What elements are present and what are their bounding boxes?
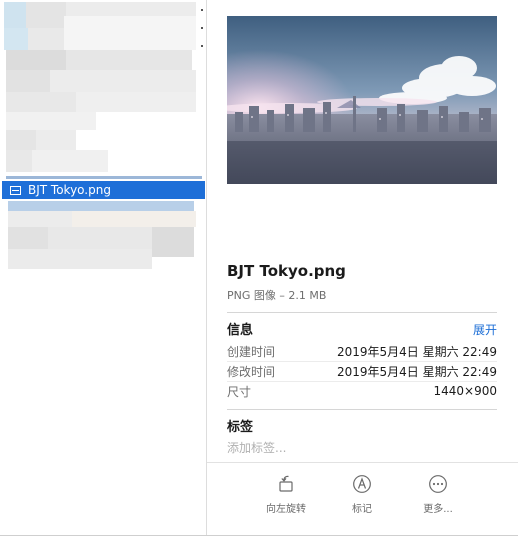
redacted-row <box>66 50 192 70</box>
add-tag-input[interactable] <box>227 440 427 456</box>
redacted-row <box>152 227 194 257</box>
more-button[interactable]: 更多... <box>398 474 478 520</box>
image-thumbnail[interactable] <box>227 16 497 184</box>
rotate-left-label: 向左旋转 <box>266 504 306 515</box>
scroll-marker <box>201 27 203 29</box>
info-row-modified: 修改时间 2019年5月4日 星期六 22:49 <box>227 361 497 381</box>
markup-label: 标记 <box>352 504 372 515</box>
redacted-row <box>8 249 152 269</box>
footer-divider <box>207 462 518 463</box>
file-kind-size: PNG 图像 – 2.1 MB <box>227 289 327 302</box>
redacted-row <box>64 16 196 50</box>
tags-section-title: 标签 <box>227 420 254 435</box>
tokyo-skyline-image <box>227 16 497 184</box>
redacted-row <box>8 211 72 227</box>
file-row-selected[interactable]: BJT Tokyo.png <box>2 181 205 199</box>
redacted-row <box>76 92 196 112</box>
divider <box>227 312 497 313</box>
redacted-row <box>48 227 152 249</box>
file-name-title: BJT Tokyo.png <box>227 262 346 280</box>
redacted-row <box>72 211 196 227</box>
more-label: 更多... <box>423 504 453 515</box>
redacted-row <box>8 201 194 211</box>
redacted-row <box>50 70 196 92</box>
redacted-row <box>4 2 26 28</box>
redacted-row <box>36 130 76 150</box>
info-value: 1440×900 <box>433 384 498 398</box>
file-row-label: BJT Tokyo.png <box>28 183 111 197</box>
scroll-marker <box>201 9 203 11</box>
preview-panel: BJT Tokyo.png PNG 图像 – 2.1 MB 信息 展开 创建时间… <box>207 0 518 535</box>
redacted-row <box>32 150 108 172</box>
info-key: 尺寸 <box>227 384 252 399</box>
redacted-row <box>6 50 66 70</box>
scroll-marker <box>201 45 203 47</box>
info-section-title: 信息 <box>227 323 254 338</box>
info-key: 创建时间 <box>227 344 276 359</box>
info-key: 修改时间 <box>227 364 276 379</box>
expand-link[interactable]: 展开 <box>473 321 497 338</box>
redacted-row <box>66 2 196 16</box>
more-icon <box>429 475 447 493</box>
info-value: 2019年5月4日 星期六 22:49 <box>336 344 497 359</box>
redacted-row <box>6 176 202 179</box>
redacted-row <box>8 227 48 249</box>
redacted-row <box>6 70 50 92</box>
image-file-icon <box>10 185 21 195</box>
info-value: 2019年5月4日 星期六 22:49 <box>336 364 497 379</box>
rotate-left-icon <box>279 475 293 492</box>
markup-button[interactable]: 标记 <box>322 474 402 520</box>
info-row-dimensions: 尺寸 1440×900 <box>227 381 497 401</box>
redacted-row <box>6 130 36 150</box>
info-row-created: 创建时间 2019年5月4日 星期六 22:49 <box>227 341 497 361</box>
redacted-row <box>6 150 32 172</box>
redacted-row <box>26 2 66 28</box>
markup-icon <box>353 475 371 493</box>
file-list-sidebar[interactable]: BJT Tokyo.png <box>0 0 207 535</box>
divider <box>227 409 497 410</box>
rotate-left-button[interactable]: 向左旋转 <box>246 474 326 520</box>
redacted-row <box>28 28 64 50</box>
redacted-row <box>6 112 96 130</box>
quick-look-window: BJT Tokyo.png BJT Tokyo.png PNG 图像 – 2.1… <box>0 0 518 536</box>
redacted-row <box>6 92 76 112</box>
redacted-row <box>4 28 28 50</box>
